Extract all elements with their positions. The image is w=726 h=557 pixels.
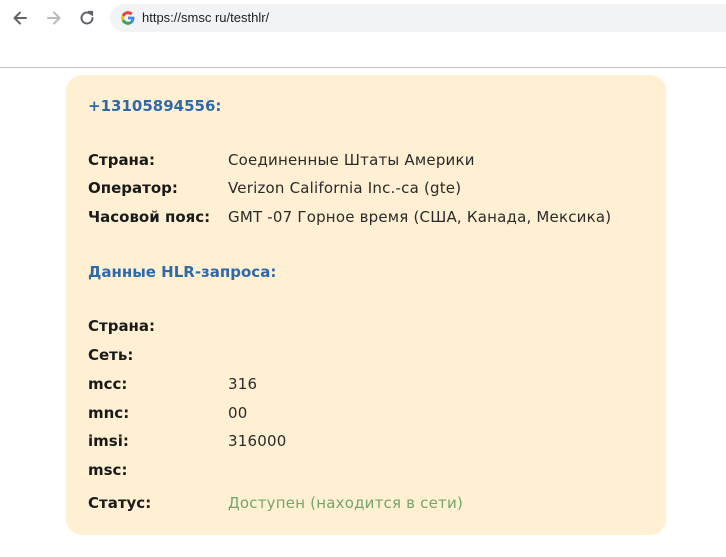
forward-button[interactable]: [42, 6, 66, 30]
info-row-operator: Оператор: Verizon California Inc.-ca (gt…: [88, 179, 658, 201]
page-divider: [0, 67, 726, 68]
hlr-row-imsi: imsi: 316000: [88, 432, 658, 454]
hlr-value: 316000: [228, 432, 287, 450]
phone-number-heading: +13105894556:: [88, 97, 222, 115]
info-value: Verizon California Inc.-ca (gte): [228, 179, 462, 197]
hlr-label: mcc:: [88, 375, 128, 393]
arrow-left-icon: [13, 11, 27, 25]
hlr-row-mcc: mcc: 316: [88, 375, 658, 397]
status-value: Доступен (находится в сети): [228, 494, 463, 512]
hlr-label: Страна:: [88, 317, 156, 335]
status-row: Статус: Доступен (находится в сети): [88, 494, 658, 516]
info-value: Соединенные Штаты Америки: [228, 151, 475, 169]
status-label: Статус:: [88, 494, 152, 512]
info-row-country: Страна: Соединенные Штаты Америки: [88, 151, 658, 173]
address-bar[interactable]: https://smsc ru/testhlr/: [110, 4, 726, 32]
hlr-label: imsi:: [88, 432, 129, 450]
hlr-label: msc:: [88, 461, 128, 479]
hlr-row-msc: msc:: [88, 461, 658, 483]
info-label: Оператор:: [88, 179, 178, 197]
reload-icon: [80, 10, 94, 25]
hlr-label: Сеть:: [88, 346, 134, 364]
hlr-row-network: Сеть:: [88, 346, 658, 368]
reload-button[interactable]: [75, 6, 99, 30]
google-icon: [121, 11, 135, 25]
hlr-result-card: +13105894556: Страна: Соединенные Штаты …: [66, 75, 666, 535]
info-row-timezone: Часовой пояс: GMT -07 Горное время (США,…: [88, 208, 658, 230]
browser-toolbar: https://smsc ru/testhlr/: [0, 0, 726, 36]
back-button[interactable]: [8, 6, 32, 30]
hlr-value: 316: [228, 375, 258, 393]
hlr-row-mnc: mnc: 00: [88, 404, 658, 426]
hlr-value: 00: [228, 404, 248, 422]
info-label: Страна:: [88, 151, 156, 169]
hlr-label: mnc:: [88, 404, 130, 422]
url-text[interactable]: https://smsc ru/testhlr/: [142, 10, 269, 25]
hlr-row-country: Страна:: [88, 317, 658, 339]
arrow-right-icon: [47, 11, 61, 25]
info-label: Часовой пояс:: [88, 208, 211, 226]
info-value: GMT -07 Горное время (США, Канада, Мекси…: [228, 208, 612, 226]
hlr-data-heading: Данные HLR-запроса:: [88, 263, 277, 281]
